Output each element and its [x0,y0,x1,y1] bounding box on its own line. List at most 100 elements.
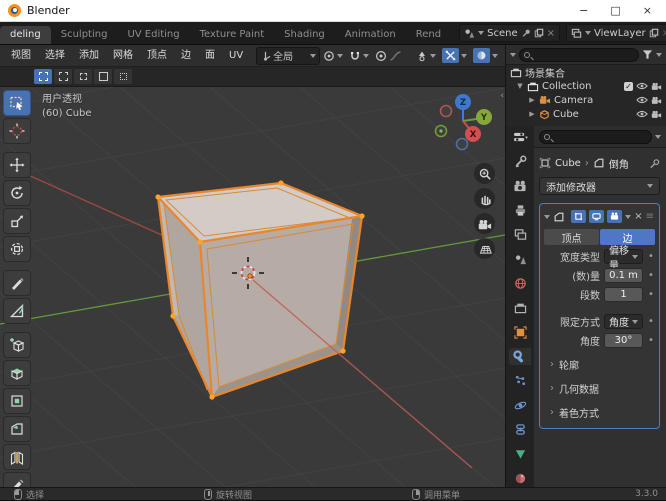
exclude-checkbox[interactable]: ✓ [624,82,633,91]
collection-label[interactable]: Collection [542,81,591,92]
section-shading[interactable]: › 着色方式 [544,405,655,420]
viewport-3d[interactable]: 用户透视 (60) Cube Z Y X [0,87,505,487]
tool-cursor[interactable] [3,118,31,144]
bevel-modifier-panel[interactable]: × ≡ 顶点 边 宽度类型 偏移量 • (数)量 0.1 m • [539,203,660,429]
tool-extrude-region[interactable] [3,360,31,386]
tool-transform[interactable] [3,236,31,262]
select-mode-invert[interactable] [94,69,112,84]
menu-select[interactable]: 选择 [38,45,72,67]
camera-label[interactable]: Camera [554,95,593,106]
cube-label[interactable]: Cube [553,109,579,120]
tab-constraints[interactable] [509,421,531,438]
outliner-row-collection[interactable]: ▼ Collection ✓ [506,79,666,93]
sidebar-collapse-arrow[interactable]: ‹ [500,91,504,101]
menu-view[interactable]: 视图 [4,45,38,67]
zoom-button[interactable] [474,163,495,184]
tab-collection[interactable] [509,299,531,316]
show-gizmo-dropdown[interactable] [413,47,439,65]
affect-vertices-tab[interactable]: 顶点 [544,229,599,245]
hide-eye-icon[interactable] [636,96,648,104]
tool-inset-faces[interactable] [3,388,31,414]
minimize-button[interactable]: − [579,4,588,17]
outliner-search-input[interactable] [519,48,639,62]
expand-right-icon[interactable]: ▶ [528,96,536,104]
animate-dot-icon[interactable]: • [647,289,655,300]
workspace-tab-rendering[interactable]: Rend [406,26,451,44]
outliner-row-camera[interactable]: ▶ Camera [506,93,666,107]
scene-name[interactable]: Scene [487,28,518,39]
breadcrumb-modifier[interactable]: 倒角 [609,156,629,171]
outliner-row-scene-collection[interactable]: 场景集合 [506,65,666,79]
expand-chevron-icon[interactable] [544,215,550,219]
menu-face[interactable]: 面 [198,45,222,67]
animate-dot-icon[interactable]: • [647,251,655,262]
unlink-scene-icon[interactable]: × [547,28,555,39]
tool-move[interactable] [3,152,31,178]
tab-world[interactable] [509,275,531,292]
scene-collection-label[interactable]: 场景集合 [525,65,565,80]
proportional-editing-toggle[interactable] [372,47,405,65]
viewport-shading-dropdown[interactable] [470,47,501,65]
tool-bevel[interactable] [3,416,31,442]
axis-negative-x[interactable] [441,106,452,117]
extras-chevron-icon[interactable] [625,215,631,219]
tab-object-data[interactable] [509,445,531,462]
display-realtime-toggle[interactable] [589,210,604,223]
tab-object[interactable] [509,324,531,341]
pin-id-button[interactable] [649,158,660,169]
segments-field[interactable]: 1 [604,287,643,302]
filter-icon[interactable] [642,49,653,60]
expand-down-icon[interactable]: ▼ [516,82,524,90]
tab-tool[interactable] [509,153,531,170]
tool-add-cube[interactable] [3,332,31,358]
transform-orientation-dropdown[interactable]: 全局 [256,47,320,65]
pan-button[interactable] [474,188,495,209]
menu-add[interactable]: 添加 [72,45,106,67]
amount-field[interactable]: 0.1 m [604,268,643,283]
chevron-down-icon[interactable] [656,53,662,57]
tab-material[interactable] [509,470,531,487]
hide-eye-icon[interactable] [636,110,648,118]
expand-right-icon[interactable]: ▶ [528,110,536,118]
hide-eye-icon[interactable] [636,82,648,90]
menu-uv[interactable]: UV [222,45,250,67]
select-mode-subtract[interactable] [74,69,92,84]
editor-type-selector[interactable] [509,129,531,146]
tab-physics[interactable] [509,397,531,414]
camera-view-button[interactable] [474,213,495,234]
select-mode-intersect[interactable] [114,69,132,84]
menu-vertex[interactable]: 顶点 [140,45,174,67]
select-mode-extend[interactable] [54,69,72,84]
menu-edge[interactable]: 边 [174,45,198,67]
outliner-row-cube[interactable]: ▶ Cube [506,107,666,121]
animate-dot-icon[interactable]: • [647,316,655,327]
pin-icon[interactable] [521,28,531,38]
viewport-canvas[interactable] [0,87,505,487]
workspace-tab-animation[interactable]: Animation [335,26,406,44]
tab-scene[interactable] [509,251,531,268]
workspace-tab-sculpting[interactable]: Sculpting [51,26,118,44]
tool-rotate[interactable] [3,180,31,206]
tab-render[interactable] [509,178,531,195]
editor-type-chevron-icon[interactable] [510,53,516,57]
close-button[interactable]: × [643,4,652,17]
section-profile[interactable]: › 轮廓 [544,357,655,372]
camera-visibility-icon[interactable] [651,110,662,119]
navigation-gizmo[interactable]: Z Y X [431,91,497,151]
tool-measure[interactable] [3,298,31,324]
axis-negative-z[interactable] [457,139,468,150]
workspace-tab-shading[interactable]: Shading [274,26,335,44]
maximize-button[interactable]: □ [610,4,620,17]
tool-knife[interactable] [3,472,31,487]
remove-view-layer-icon[interactable]: × [662,28,666,39]
workspace-tab-uv-editing[interactable]: UV Editing [117,26,189,44]
select-mode-set[interactable] [34,69,52,84]
tool-select-box[interactable] [3,90,31,116]
view-layer-name[interactable]: ViewLayer [594,28,646,39]
tab-view-layer[interactable] [509,226,531,243]
tool-loop-cut[interactable] [3,444,31,470]
angle-field[interactable]: 30° [604,333,643,348]
add-modifier-button[interactable]: 添加修改器 [539,177,660,195]
width-type-dropdown[interactable]: 偏移量 [604,249,643,264]
limit-method-dropdown[interactable]: 角度 [604,314,643,329]
